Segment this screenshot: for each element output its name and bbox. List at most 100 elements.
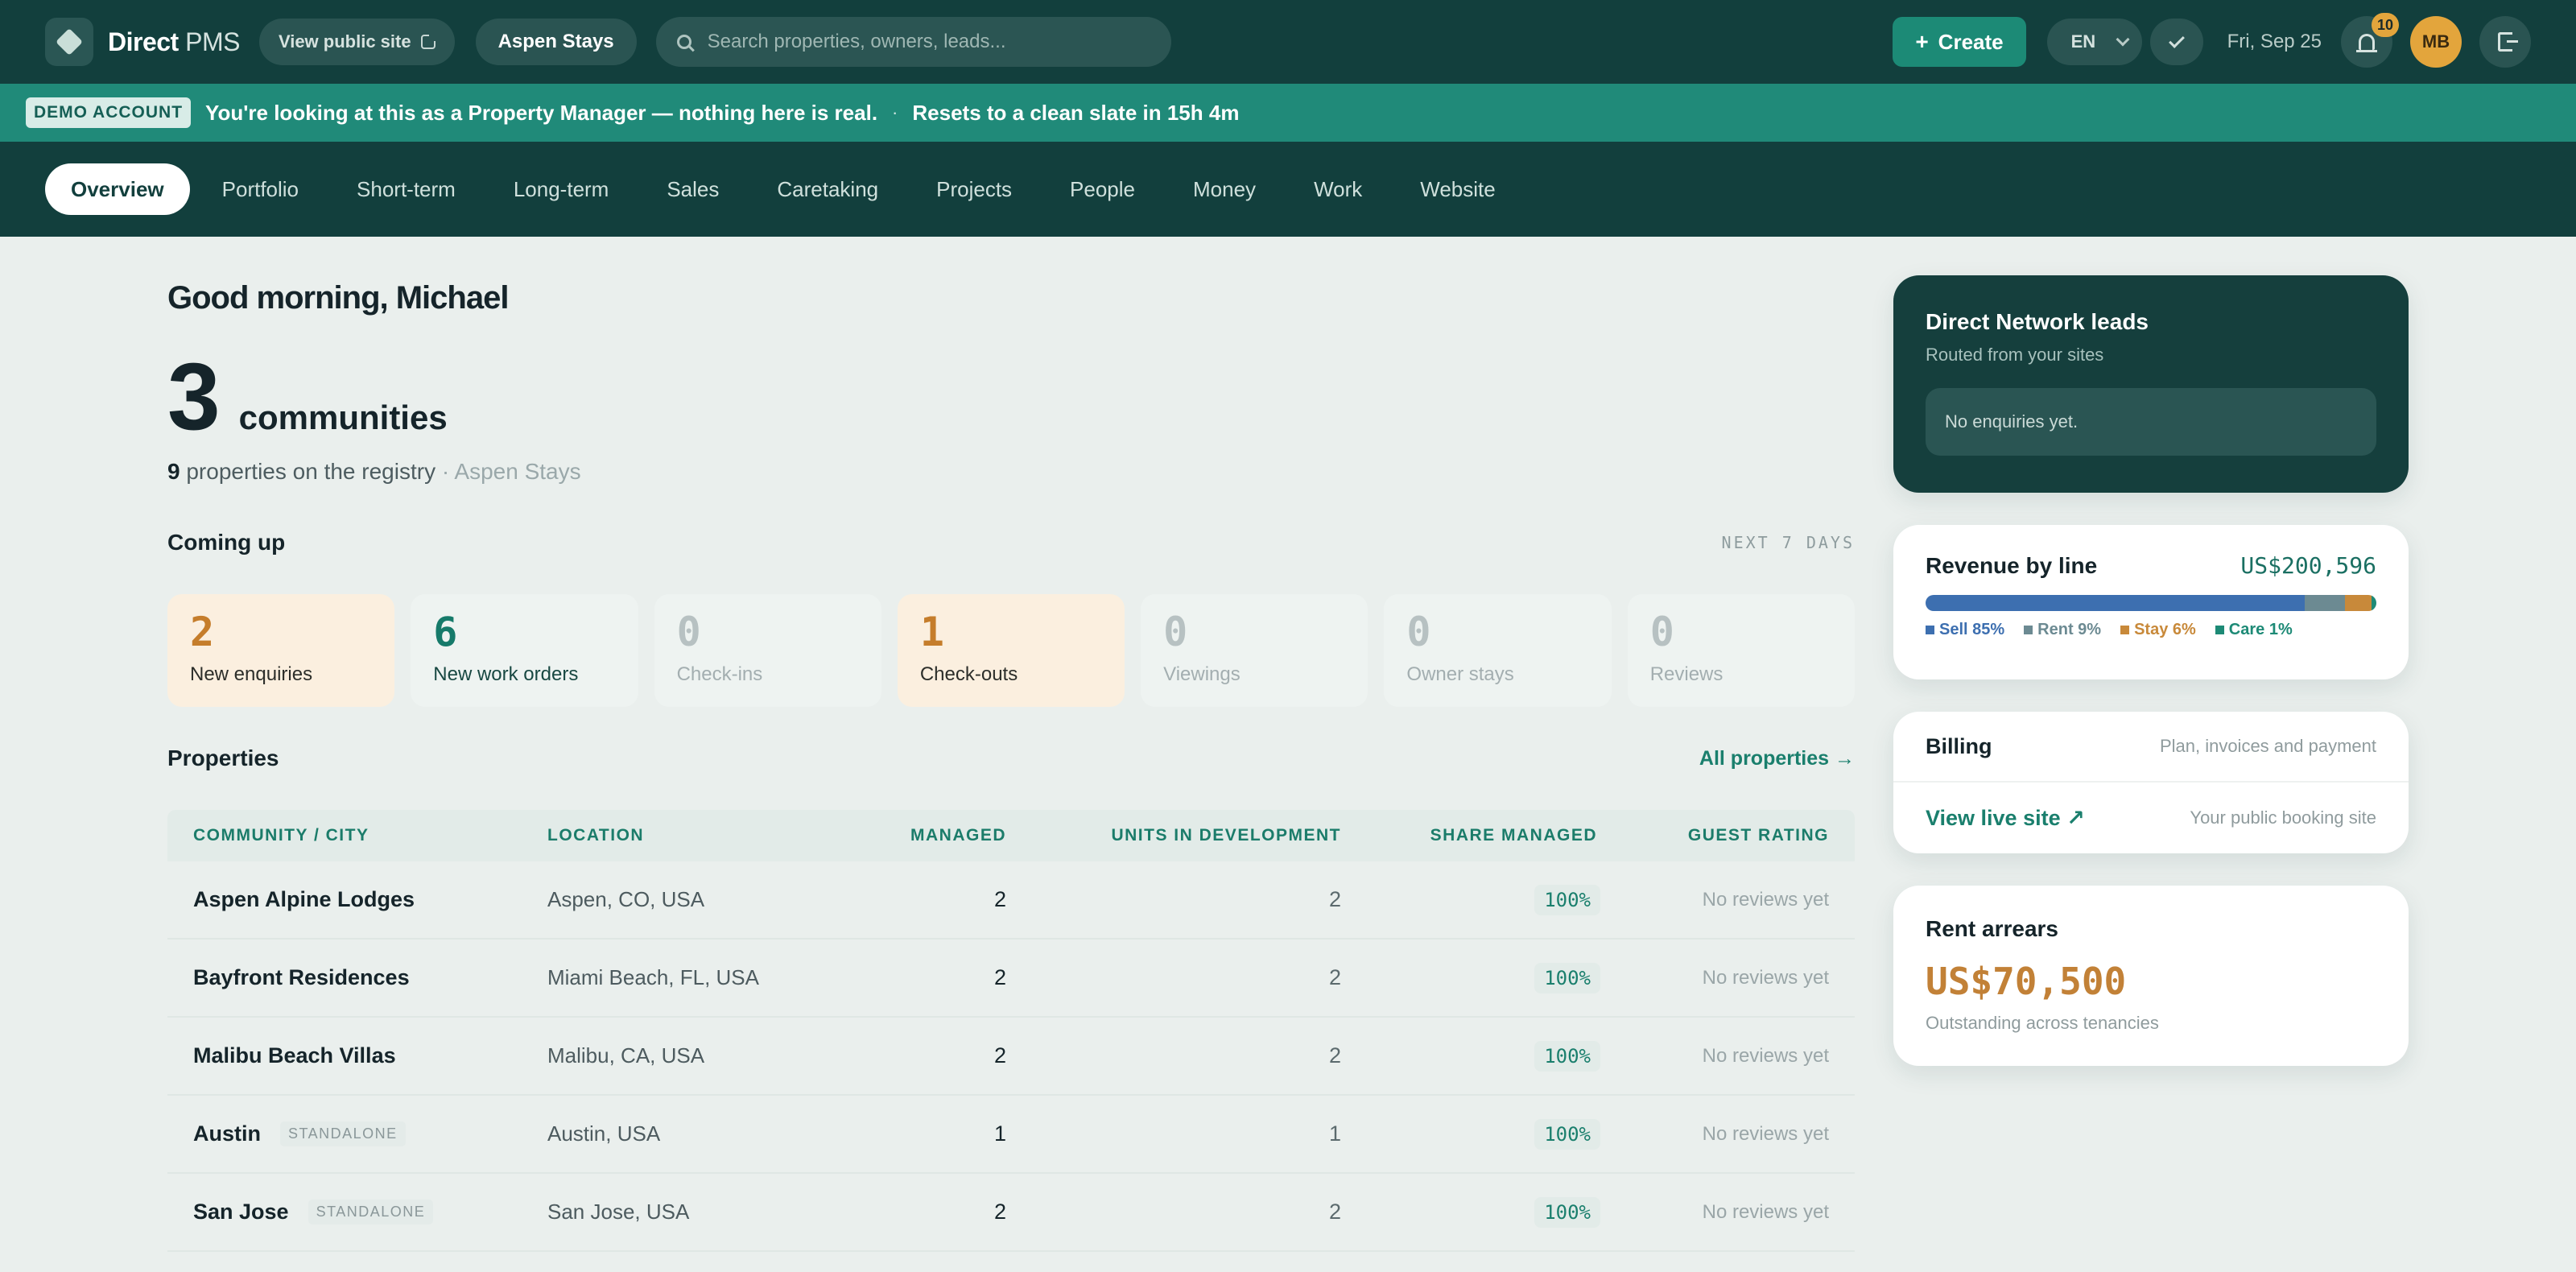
search-input[interactable]: [707, 31, 1142, 53]
notification-count-badge: 10: [2372, 13, 2399, 37]
logo[interactable]: [45, 18, 93, 66]
stat-value: 0: [1649, 609, 1674, 655]
communities-summary: 3 communities: [167, 349, 448, 444]
column-header-units[interactable]: UNITS IN DEVELOPMENT: [1006, 826, 1341, 845]
table-header: COMMUNITY / CITY LOCATION MANAGED UNITS …: [167, 810, 1855, 861]
stat-card-reviews[interactable]: 0 Reviews: [1627, 594, 1855, 707]
legend-label: Rent 9%: [2037, 621, 2102, 638]
share-cell: 100%: [1341, 1040, 1600, 1072]
language-select[interactable]: EN: [2046, 19, 2142, 65]
rent-arrears-card[interactable]: Rent arrears US$70,500 Outstanding acros…: [1893, 886, 2409, 1066]
properties-owner: · Aspen Stays: [441, 459, 581, 484]
notifications-button[interactable]: 10: [2341, 13, 2399, 68]
units-cell: 1: [1328, 1121, 1341, 1146]
billing-row[interactable]: Billing Plan, invoices and payment: [1893, 712, 2409, 783]
stat-card-new-enquiries[interactable]: 2 New enquiries: [167, 594, 395, 707]
nav-portfolio[interactable]: Portfolio: [193, 163, 328, 215]
coming-up-header: Coming up NEXT 7 DAYS: [167, 530, 1855, 555]
location-cell: Malibu, CA, USA: [547, 1043, 705, 1068]
logout-button[interactable]: [2479, 16, 2531, 68]
billing-desc: Plan, invoices and payment: [2159, 736, 2376, 756]
table-row[interactable]: Aspen Alpine Lodges Aspen, CO, USA 2 2 1…: [167, 861, 1855, 940]
table-row[interactable]: Malibu Beach Villas Malibu, CA, USA 2 2 …: [167, 1018, 1855, 1096]
stat-value: 0: [1406, 609, 1431, 655]
stat-value: 6: [433, 609, 458, 655]
stat-card-owner-stays[interactable]: 0 Owner stays: [1384, 594, 1612, 707]
workspace-switcher[interactable]: Aspen Stays: [475, 19, 637, 65]
stat-card-new-work-orders[interactable]: 6 New work orders: [411, 594, 638, 707]
demo-reset-timer: Resets to a clean slate in 15h 4m: [912, 100, 1240, 125]
avatar[interactable]: MB: [2410, 16, 2462, 68]
properties-text: properties on the registry: [180, 459, 436, 484]
column-header-community[interactable]: COMMUNITY / CITY: [193, 826, 547, 845]
stat-value: 1: [919, 609, 944, 655]
revenue-legend-item: Rent 9%: [2024, 621, 2101, 639]
community-name: Malibu Beach Villas: [193, 1043, 396, 1068]
stat-card-check-ins[interactable]: 0 Check-ins: [654, 594, 881, 707]
coming-up-range: NEXT 7 DAYS: [1721, 533, 1855, 552]
managed-cell: 2: [993, 1043, 1006, 1068]
demo-account-tag: DEMO ACCOUNT: [26, 97, 192, 128]
properties-count: 9: [167, 459, 180, 484]
revenue-legend: Sell 85% Rent 9% Stay 6% Care 1%: [1926, 621, 2376, 639]
standalone-badge: STANDALONE: [308, 1200, 434, 1225]
nav-money[interactable]: Money: [1164, 163, 1285, 215]
community-cell: San Jose STANDALONE: [193, 1200, 547, 1225]
network-leads-title: Direct Network leads: [1926, 309, 2149, 334]
legend-label: Care 1%: [2228, 621, 2293, 638]
units-cell: 2: [1328, 1043, 1341, 1068]
nav-website[interactable]: Website: [1391, 163, 1524, 215]
brand-name: Direct PMS: [108, 27, 240, 57]
external-link-icon: [420, 34, 436, 49]
column-header-share[interactable]: SHARE MANAGED: [1341, 826, 1597, 845]
managed-cell: 2: [993, 887, 1006, 911]
check-icon: [2168, 31, 2185, 48]
nav-projects[interactable]: Projects: [907, 163, 1041, 215]
nav-caretaking[interactable]: Caretaking: [748, 163, 907, 215]
table-row[interactable]: Bayfront Residences Miami Beach, FL, USA…: [167, 940, 1855, 1018]
community-name: Austin: [193, 1121, 261, 1146]
nav-overview[interactable]: Overview: [45, 163, 190, 215]
revenue-title: Revenue by line: [1926, 552, 2098, 578]
revenue-bar-segment: [2345, 595, 2372, 611]
revenue-bar: [1926, 595, 2376, 611]
stat-card-check-outs[interactable]: 1 Check-outs: [897, 594, 1125, 707]
tasks-check-button[interactable]: [2149, 19, 2203, 65]
bell-icon: [2356, 34, 2377, 52]
demo-banner: DEMO ACCOUNT You're looking at this as a…: [0, 84, 2576, 142]
current-date: Fri, Sep 25: [2227, 31, 2322, 52]
nav-short-term[interactable]: Short-term: [328, 163, 485, 215]
stat-label: Owner stays: [1406, 663, 1514, 685]
search-bar[interactable]: [655, 17, 1171, 67]
standalone-badge: STANDALONE: [280, 1121, 406, 1146]
plus-icon: +: [1915, 29, 1929, 54]
table-row[interactable]: Austin STANDALONE Austin, USA 1 1 100% No…: [167, 1096, 1855, 1174]
rent-arrears-subtitle: Outstanding across tenancies: [1926, 1013, 2159, 1033]
share-badge: 100%: [1534, 1196, 1600, 1228]
revenue-header: Revenue by line US$200,596: [1926, 552, 2376, 579]
share-badge: 100%: [1534, 1040, 1600, 1072]
nav-long-term[interactable]: Long-term: [485, 163, 638, 215]
nav-sales[interactable]: Sales: [638, 163, 748, 215]
create-button[interactable]: + Create: [1893, 17, 2026, 67]
column-header-location[interactable]: LOCATION: [547, 826, 853, 845]
properties-title: Properties: [167, 745, 279, 770]
column-header-rating[interactable]: GUEST RATING: [1597, 826, 1829, 845]
column-header-managed[interactable]: MANAGED: [853, 826, 1006, 845]
community-name: San Jose: [193, 1200, 289, 1224]
table-row[interactable]: San Jose STANDALONE San Jose, USA 2 2 100…: [167, 1174, 1855, 1252]
greeting: Good morning, Michael: [167, 280, 509, 316]
create-label: Create: [1938, 29, 2004, 54]
stat-card-viewings[interactable]: 0 Viewings: [1141, 594, 1368, 707]
all-properties-link[interactable]: All properties →: [1699, 747, 1855, 770]
share-cell: 100%: [1341, 1196, 1600, 1228]
view-live-site-link[interactable]: View live site ↗: [1926, 806, 2085, 831]
community-cell: Aspen Alpine Lodges: [193, 887, 547, 912]
share-cell: 100%: [1341, 1118, 1600, 1150]
view-public-site-button[interactable]: View public site: [258, 19, 455, 65]
revenue-bar-segment: [2305, 595, 2346, 611]
nav-work[interactable]: Work: [1285, 163, 1391, 215]
nav-people[interactable]: People: [1041, 163, 1164, 215]
community-name: Bayfront Residences: [193, 965, 410, 989]
stat-value: 2: [190, 609, 215, 655]
